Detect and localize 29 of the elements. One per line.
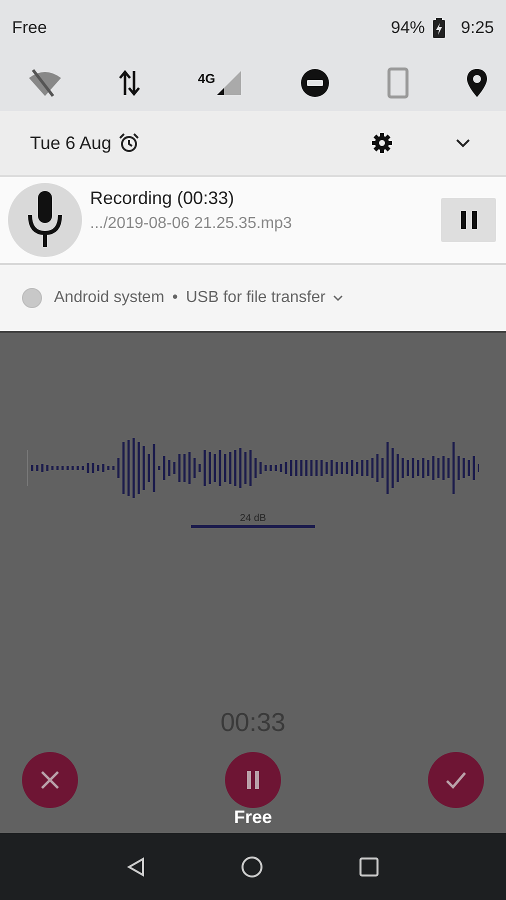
do-not-disturb-icon[interactable] (300, 68, 330, 98)
app-name: Android system (54, 288, 164, 308)
location-pin-icon[interactable] (466, 68, 488, 98)
data-arrows-icon[interactable] (118, 69, 141, 97)
file-path: .../2019-08-06 21.25.35.mp3 (90, 214, 293, 234)
microphone-icon (28, 191, 62, 249)
clock: 9:25 (460, 16, 494, 39)
settings-icon[interactable] (372, 133, 392, 153)
toast-message: Free (234, 806, 272, 829)
expand-chevron-icon[interactable] (456, 138, 470, 148)
battery-icon (432, 18, 445, 38)
close-icon (39, 769, 61, 791)
home-icon[interactable] (241, 856, 263, 878)
carrier-name: Free (12, 16, 47, 39)
back-icon[interactable] (127, 856, 145, 876)
alarm-clock-icon[interactable] (119, 133, 140, 153)
wifi-off-icon[interactable] (28, 68, 62, 98)
battery-percent: 94% (390, 16, 425, 39)
separator-dot: • (172, 288, 178, 308)
notification-title: Recording (00:33) (90, 187, 236, 210)
level-label: 24 dB (240, 513, 266, 524)
network-type-label: 4G (198, 70, 216, 88)
notification-text[interactable]: USB for file transfer (186, 286, 326, 310)
recents-icon[interactable] (359, 856, 379, 876)
app-icon (22, 288, 42, 308)
pause-icon (460, 211, 476, 229)
pause-button[interactable] (441, 198, 496, 242)
signal-icon[interactable] (215, 69, 244, 97)
date-label[interactable]: Tue 6 Aug (30, 130, 112, 156)
